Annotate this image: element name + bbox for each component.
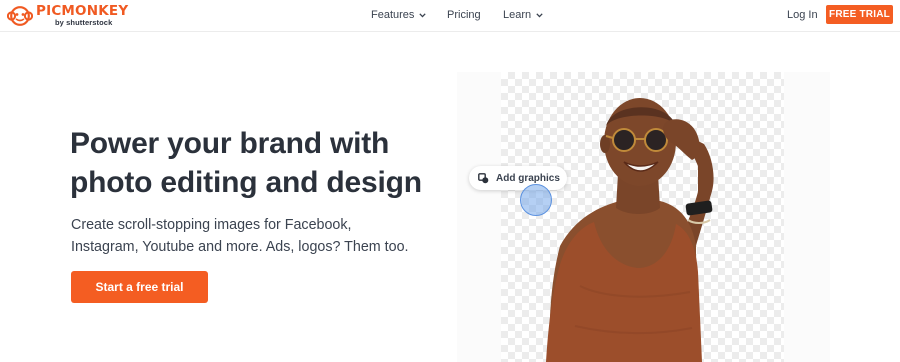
free-trial-button[interactable]: FREE TRIAL [826,5,893,24]
hero-title: Power your brand with photo editing and … [70,127,422,199]
chevron-down-icon [536,13,543,18]
nav-label: Pricing [447,9,481,21]
brand-name: PICMONKEY [36,3,129,19]
cursor-indicator [520,184,552,216]
brand-byline: by shutterstock [55,18,113,27]
nav-item-learn[interactable]: Learn [503,9,543,22]
picmonkey-logo[interactable]: PICMONKEY by shutterstock [7,3,128,29]
start-free-trial-button[interactable]: Start a free trial [71,271,208,303]
add-graphics-tooltip[interactable]: Add graphics [469,166,567,190]
add-graphics-icon [478,172,489,183]
add-graphics-label: Add graphics [496,172,560,184]
site-header: PICMONKEY by shutterstock Features Prici… [0,0,900,32]
monkey-logo-icon [7,6,33,26]
woman-cutout-photo [546,98,714,362]
nav-label: Learn [503,9,532,21]
hero-subtitle: Create scroll-stopping images for Facebo… [71,217,409,255]
nav-item-pricing[interactable]: Pricing [447,9,481,22]
chevron-down-icon [419,13,427,18]
nav-item-features[interactable]: Features [371,9,427,22]
login-link[interactable]: Log In [787,9,818,22]
nav-label: Features [371,9,415,21]
